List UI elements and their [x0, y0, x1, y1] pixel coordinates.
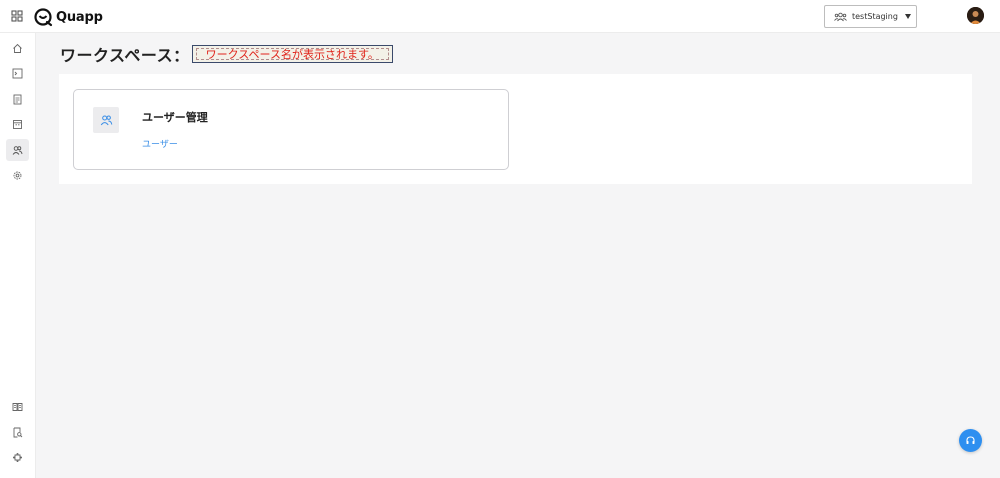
app-logo[interactable]: Quapp — [33, 6, 103, 28]
puzzle-icon — [12, 452, 23, 462]
quapp-logo-icon — [34, 8, 53, 27]
sidebar-item-documents[interactable] — [6, 88, 29, 110]
home-icon — [13, 43, 22, 53]
sidebar-item-plugins[interactable] — [6, 446, 29, 468]
book-icon — [12, 402, 23, 411]
top-bar: Quapp testStaging — [0, 0, 1000, 33]
sidebar-item-manual[interactable] — [6, 395, 29, 417]
page-title-row: ワークスペース： ワークスペース名が表示されます。 — [60, 44, 393, 65]
workspace-name-placeholder: ワークスペース名が表示されます。 — [191, 45, 393, 63]
doc-search-icon — [13, 427, 23, 437]
content-panel: ユーザー管理 ユーザー — [59, 74, 972, 184]
calendar-icon — [13, 119, 22, 129]
sidebar-item-calendar[interactable] — [6, 113, 29, 135]
gear-icon — [13, 171, 22, 179]
users-icon — [12, 145, 23, 155]
users-icon — [100, 115, 112, 125]
caret-down-icon — [904, 14, 911, 19]
card-title: ユーザー管理 — [142, 111, 208, 124]
sidebar-item-settings[interactable] — [6, 164, 29, 186]
users-link[interactable]: ユーザー — [142, 137, 178, 150]
card-icon-box — [93, 107, 119, 133]
sidebar-item-home[interactable] — [6, 37, 29, 59]
sidebar-item-doc-search[interactable] — [6, 421, 29, 443]
sidebar-item-console[interactable] — [6, 62, 29, 84]
user-avatar-icon — [967, 7, 984, 24]
app-name: Quapp — [56, 9, 103, 25]
users-icon — [834, 12, 847, 21]
sidebar-item-users[interactable] — [6, 139, 29, 161]
apps-grid-icon[interactable] — [11, 10, 23, 22]
page-title: ワークスペース： — [60, 46, 190, 65]
avatar[interactable] — [967, 7, 984, 24]
workspace-name: testStaging — [852, 12, 898, 21]
workspace-select[interactable]: testStaging — [824, 5, 917, 28]
sidebar — [0, 33, 36, 478]
headset-icon — [966, 436, 975, 444]
user-management-card: ユーザー管理 ユーザー — [73, 89, 509, 170]
document-icon — [13, 94, 22, 104]
support-button[interactable] — [959, 429, 982, 452]
terminal-icon — [12, 68, 23, 78]
